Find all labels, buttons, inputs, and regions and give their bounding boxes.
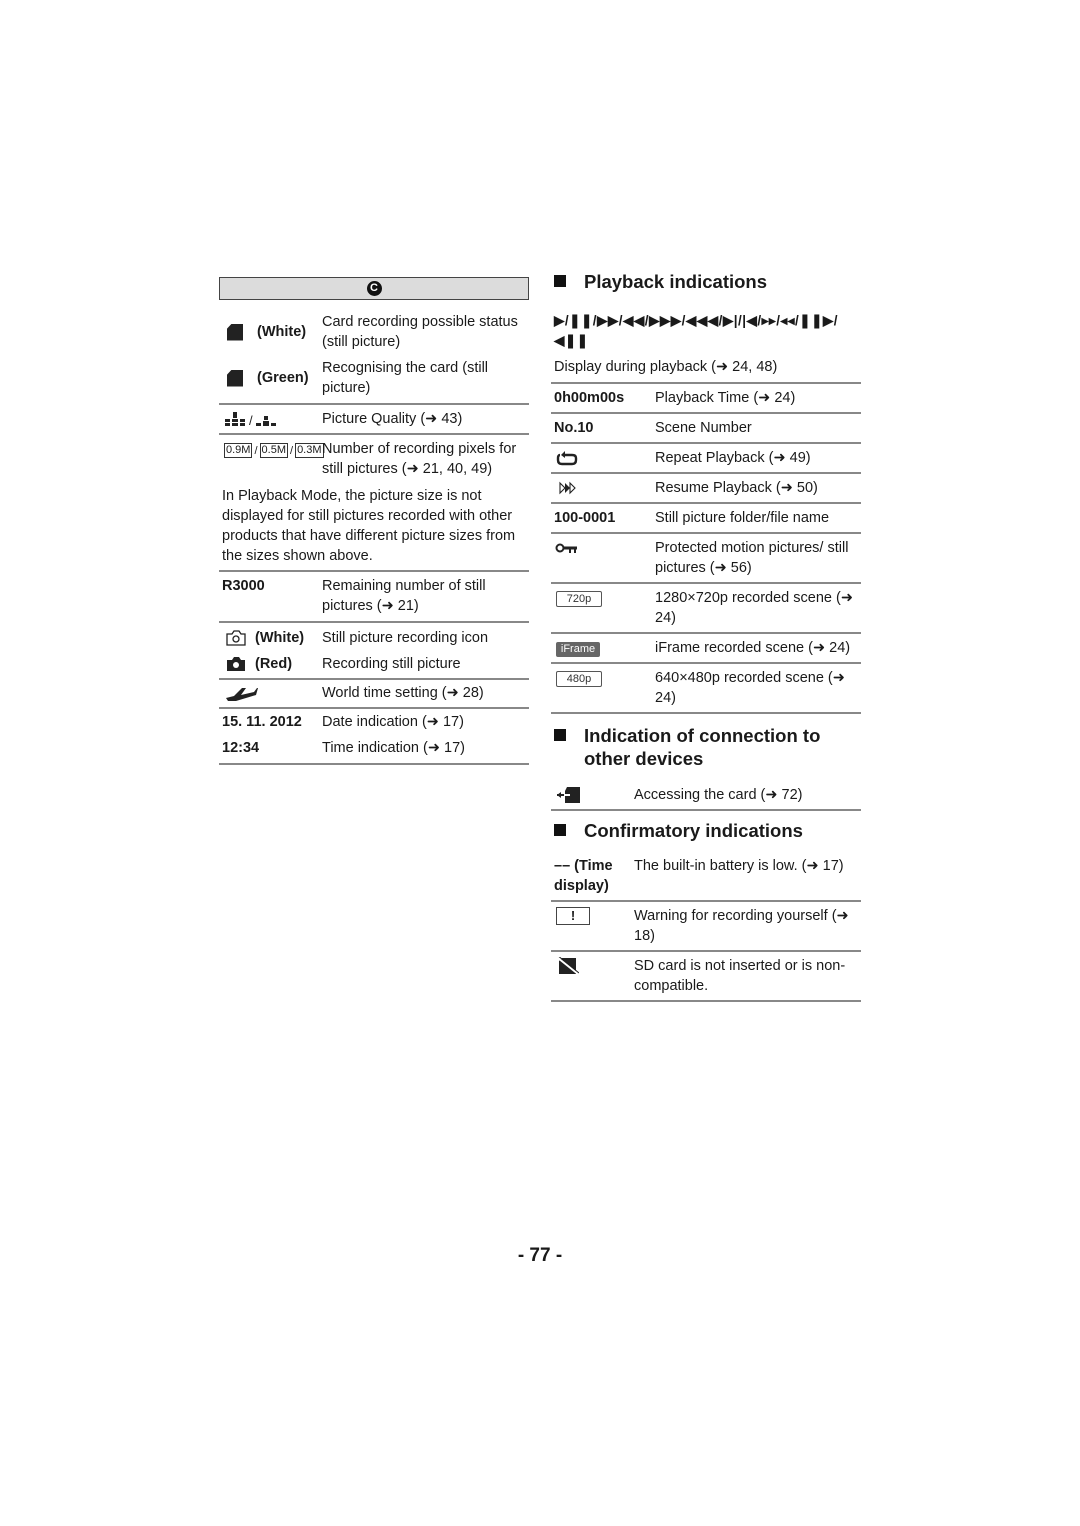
row-key: 12:34 (222, 740, 260, 756)
row-value: Recording still picture (322, 656, 461, 672)
row-value: Resume Playback (➜ 50) (655, 480, 818, 496)
table-row: R3000 Remaining number of still pictures… (219, 576, 529, 616)
row-key: (Red) (255, 656, 293, 672)
table-row: (White) Card recording possible status (… (219, 312, 529, 352)
row-value: Still picture recording icon (322, 630, 489, 646)
playback-controls-icons: ◀❚❚ (554, 333, 589, 348)
row-value: Playback Time (➜ 24) (655, 390, 796, 406)
table-row: 0h00m00s Playback Time (➜ 24) (551, 388, 861, 408)
table-row: (Green) Recognising the card (still pict… (219, 358, 529, 398)
card-icon (227, 369, 243, 387)
row-value: SD card is not inserted or is non-compat… (634, 958, 846, 994)
recording-pixels-icon: 0.9M/0.5M/0.3M (224, 443, 324, 458)
table-row: Accessing the card (➜ 72) (551, 785, 861, 805)
row-value: Picture Quality (➜ 43) (322, 411, 463, 427)
row-value: Repeat Playback (➜ 49) (655, 450, 811, 466)
resume-icon (559, 481, 576, 495)
picture-quality-icon: / (219, 409, 322, 429)
card-icon (227, 323, 243, 341)
row-value: 640×480p recorded scene (➜ 24) (655, 670, 845, 706)
pixels-badge: 0.9M (224, 443, 253, 458)
heading-text: Playback indications (584, 271, 768, 292)
row-value: Accessing the card (➜ 72) (634, 787, 803, 803)
bullet-square-icon (554, 275, 566, 287)
table-row: No.10 Scene Number (551, 418, 861, 438)
page-number: - 77 - (517, 1245, 563, 1266)
heading-text: Confirmatory indications (584, 820, 803, 841)
still-mode-header: C (219, 277, 529, 300)
playback-note: In Playback Mode, the picture size is no… (222, 488, 516, 564)
row-value: Number of recording pixels for still pic… (322, 441, 517, 477)
divider (219, 763, 529, 765)
table-row: World time setting (➜ 28) (219, 683, 529, 703)
row-key: No.10 (554, 420, 594, 436)
row-value: Scene Number (655, 420, 752, 436)
heading-text: Indication of connection to other device… (584, 725, 821, 769)
table-row: ! Warning for recording yourself (➜ 18) (551, 906, 861, 946)
bullet-square-icon (554, 729, 566, 741)
row-value: Recognising the card (still picture) (322, 360, 489, 396)
row-key: –– (Time display) (554, 858, 613, 894)
row-value: Date indication (➜ 17) (322, 714, 464, 730)
480p-badge-icon: 480p (556, 671, 602, 687)
protect-key-icon (555, 543, 577, 554)
camera-outline-icon (226, 630, 246, 646)
row-value: World time setting (➜ 28) (322, 685, 484, 701)
row-key: 15. 11. 2012 (222, 714, 302, 730)
left-column: C (White) Card recording possible status… (219, 277, 529, 765)
row-value: Still picture folder/file name (655, 510, 830, 526)
row-key: (White) (255, 630, 305, 646)
720p-badge-icon: 720p (556, 591, 602, 607)
still-mode-icon: C (366, 281, 382, 296)
svg-text:/: / (249, 413, 253, 427)
table-row: 720p 1280×720p recorded scene (➜ 24) (551, 588, 861, 628)
table-row: 100-0001 Still picture folder/file name (551, 508, 861, 528)
row-key: (White) (257, 324, 307, 340)
repeat-icon (556, 451, 578, 466)
row-key: 100-0001 (554, 510, 616, 526)
table-row: Protected motion pictures/ still picture… (551, 538, 861, 578)
section-heading: Confirmatory indications (551, 819, 861, 842)
table-row: SD card is not inserted or is non-compat… (551, 954, 861, 996)
playback-controls-icons: ▶/❚❚/▶▶/◀◀/▶▶▶/◀◀◀/▶|/|◀/▸▸/◂◂/❚❚▶/ (554, 313, 839, 328)
row-key: (Green) (257, 370, 309, 386)
row-value: 1280×720p recorded scene (➜ 24) (655, 590, 853, 626)
airplane-icon (226, 688, 258, 702)
section-heading: Playback indications (551, 270, 861, 293)
warning-icon: ! (556, 907, 590, 925)
table-row: –– (Time display) The built-in battery i… (551, 856, 861, 896)
table-row: Repeat Playback (➜ 49) (551, 448, 861, 468)
table-row: / Picture Quality (➜ 43) (219, 409, 529, 429)
table-row: Resume Playback (➜ 50) (551, 478, 861, 498)
row-value: Warning for recording yourself (➜ 18) (634, 908, 849, 944)
no-card-icon (556, 954, 580, 975)
row-value: iFrame recorded scene (➜ 24) (655, 640, 851, 656)
row-value: Card recording possible status (still pi… (322, 314, 518, 350)
pixels-badge: 0.3M (295, 443, 324, 458)
table-row: (Red) Recording still picture (219, 654, 529, 674)
bullet-square-icon (554, 824, 566, 836)
right-column: Playback indications ▶/❚❚/▶▶/◀◀/▶▶▶/◀◀◀/… (551, 270, 861, 1002)
table-row: 480p 640×480p recorded scene (➜ 24) (551, 668, 861, 708)
row-key: 0h00m00s (554, 390, 625, 406)
row-value: The built-in battery is low. (➜ 17) (634, 858, 844, 874)
pixels-badge: 0.5M (259, 443, 288, 458)
divider (551, 1000, 861, 1002)
row-value: Remaining number of still pictures (➜ 21… (322, 578, 486, 614)
row-value: Protected motion pictures/ still picture… (655, 540, 849, 576)
section-heading: Indication of connection to other device… (551, 724, 861, 770)
row-value: Time indication (➜ 17) (322, 740, 465, 756)
controls-description: Display during playback (➜ 24, 48) (554, 359, 778, 375)
card-access-icon (557, 787, 580, 804)
table-row: 12:34 Time indication (➜ 17) (219, 738, 529, 758)
table-row: iFrame iFrame recorded scene (➜ 24) (551, 638, 861, 658)
table-row: 15. 11. 2012 Date indication (➜ 17) (219, 712, 529, 732)
row-key: R3000 (222, 578, 265, 594)
table-row: 0.9M/0.5M/0.3M Number of recording pixel… (219, 439, 529, 479)
iframe-badge-icon: iFrame (556, 642, 600, 657)
table-row: (White) Still picture recording icon (219, 628, 529, 648)
camera-filled-icon (227, 657, 245, 671)
